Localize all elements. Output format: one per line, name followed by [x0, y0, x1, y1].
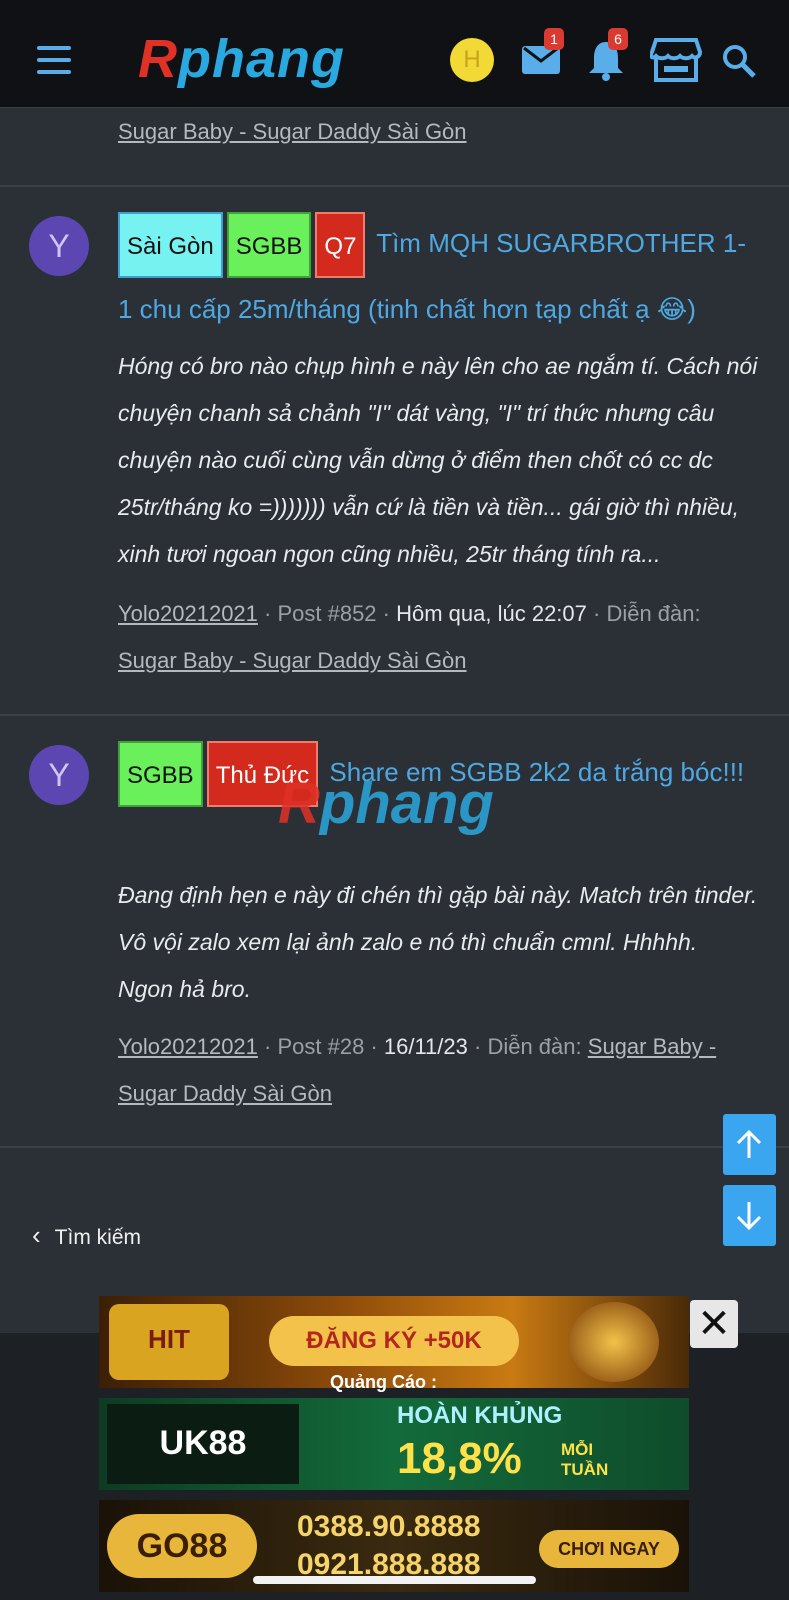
- post-meta: Yolo20212021 · Post #852 · Hôm qua, lúc …: [118, 601, 701, 673]
- ad-brand-logo: UK88 sports: [107, 1404, 299, 1484]
- ad-brand-logo: HIT CLUB: [109, 1304, 229, 1380]
- forum-link[interactable]: Sugar Baby - Sugar Daddy Sài Gòn: [118, 648, 467, 673]
- divider: [0, 1146, 789, 1148]
- chevron-left-icon: ‹: [32, 1220, 41, 1250]
- hamburger-menu-icon[interactable]: [37, 46, 71, 74]
- back-to-search-link[interactable]: ‹ Tìm kiếm: [32, 1220, 141, 1251]
- store-icon: [648, 38, 703, 82]
- alerts-badge: 6: [608, 28, 628, 50]
- marketplace-button[interactable]: [648, 36, 703, 89]
- author-link[interactable]: Yolo20212021: [118, 1034, 258, 1059]
- post-snippet: Hóng có bro nào chụp hình e này lên cho …: [118, 353, 758, 567]
- author-avatar[interactable]: Y: [29, 216, 89, 276]
- messages-button[interactable]: 1: [520, 28, 564, 85]
- top-navigation-bar: Rphang H 1 6: [0, 0, 789, 108]
- home-indicator[interactable]: [253, 1576, 536, 1584]
- scroll-to-top-button[interactable]: [723, 1114, 776, 1175]
- user-avatar[interactable]: H: [450, 38, 494, 82]
- tag-sgbb[interactable]: SGBB: [226, 212, 312, 278]
- close-icon: ✕: [697, 1302, 731, 1346]
- post-number[interactable]: Post #28: [277, 1034, 364, 1059]
- ad-section-label: Quảng Cáo :: [330, 1372, 437, 1392]
- scroll-to-bottom-button[interactable]: [723, 1185, 776, 1246]
- ad-text: ĐĂNG KÝ +50K: [269, 1316, 519, 1366]
- back-label: Tìm kiếm: [54, 1226, 141, 1249]
- ad-text: 18,8%: [397, 1434, 522, 1483]
- alerts-button[interactable]: 6: [586, 28, 628, 87]
- post-number[interactable]: Post #852: [277, 601, 376, 626]
- ad-phone: 0388.90.8888: [297, 1510, 481, 1543]
- divider: [0, 185, 789, 187]
- post-date: Hôm qua, lúc 22:07: [396, 601, 587, 626]
- ad-brand-logo: GO88: [107, 1514, 257, 1578]
- search-icon: [723, 45, 756, 78]
- close-ad-button[interactable]: ✕: [690, 1300, 738, 1348]
- author-avatar[interactable]: Y: [29, 745, 89, 805]
- thread-title[interactable]: Sài Gòn SGBB Q7 Tìm MQH SUGARBROTHER 1-1 c…: [118, 212, 758, 340]
- tag-sgbb[interactable]: SGBB: [118, 741, 203, 807]
- post-snippet: Đang định hẹn e này đi chén thì gặp bài …: [118, 882, 758, 1002]
- ad-cta-button[interactable]: CHƠI NGAY: [539, 1530, 679, 1568]
- roulette-icon: [569, 1302, 659, 1382]
- forum-label: Diễn đàn:: [606, 601, 701, 626]
- tag-q7[interactable]: Q7: [315, 212, 366, 278]
- ad-text: MỖI TUẦN: [561, 1440, 609, 1479]
- author-link[interactable]: Yolo20212021: [118, 601, 258, 626]
- arrow-down-icon: [736, 1202, 762, 1231]
- forum-label: Diễn đàn:: [487, 1034, 582, 1059]
- search-button[interactable]: [722, 44, 756, 83]
- post-meta: Yolo20212021 · Post #28 · 16/11/23 · Diễ…: [118, 1034, 717, 1106]
- arrow-up-icon: [736, 1129, 762, 1158]
- ad-banner-uk88[interactable]: UK88 sports HOÀN KHỦNG 18,8% MỖI TUẦN: [99, 1398, 689, 1490]
- site-logo[interactable]: Rphang: [138, 28, 345, 90]
- previous-post-meta: Sugar Baby - Sugar Daddy Sài Gòn: [118, 108, 758, 155]
- ad-text: HOÀN KHỦNG: [397, 1402, 563, 1429]
- watermark-logo: Rphang: [278, 771, 494, 836]
- divider: [0, 714, 789, 716]
- post-date: 16/11/23: [383, 1034, 468, 1059]
- tag-sai-gon[interactable]: Sài Gòn: [118, 212, 223, 278]
- messages-badge: 1: [544, 28, 564, 50]
- forum-link[interactable]: Sugar Baby - Sugar Daddy Sài Gòn: [118, 119, 467, 144]
